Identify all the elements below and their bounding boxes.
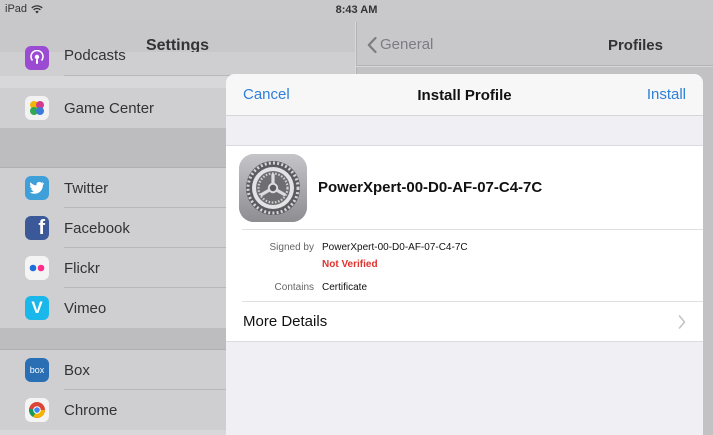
status-bar: iPad 8:43 AM <box>0 0 713 22</box>
card-separator <box>242 229 703 230</box>
settings-row-label: Chrome <box>64 401 118 419</box>
settings-row-label: Box <box>64 361 90 379</box>
profiles-nav-bar: General Profiles <box>356 22 713 66</box>
settings-gear-icon <box>239 154 307 222</box>
vimeo-icon: V <box>25 296 49 320</box>
more-details-row[interactable]: More Details <box>226 302 703 342</box>
signed-by-label: Signed by <box>269 242 314 253</box>
sheet-header: Cancel Install Profile Install <box>226 74 703 116</box>
chevron-left-icon <box>367 36 377 53</box>
settings-row-label: Game Center <box>64 99 155 117</box>
back-button[interactable]: General <box>367 36 433 53</box>
settings-row-podcasts[interactable]: Podcasts <box>0 46 355 76</box>
sheet-title: Install Profile <box>417 87 512 104</box>
profile-name: PowerXpert-00-D0-AF-07-C4-7C <box>318 179 543 196</box>
flickr-icon <box>25 256 49 280</box>
profiles-title: Profiles <box>607 37 663 54</box>
cancel-button[interactable]: Cancel <box>243 86 290 103</box>
settings-row-label: Flickr <box>64 259 100 277</box>
box-icon: box <box>25 358 49 382</box>
install-button[interactable]: Install <box>647 86 686 103</box>
ipad-screen: iPad 8:43 AM Settings General Profiles P… <box>0 0 713 435</box>
settings-row-label: Facebook <box>64 219 130 237</box>
settings-row-label: Twitter <box>64 179 109 197</box>
contains-label: Contains <box>274 282 314 293</box>
back-label: General <box>380 36 434 53</box>
signed-by-value: PowerXpert-00-D0-AF-07-C4-7C <box>322 242 468 253</box>
twitter-icon <box>25 176 49 200</box>
facebook-icon: f <box>25 216 49 240</box>
verification-status: Not Verified <box>322 259 378 270</box>
status-time: 8:43 AM <box>335 4 378 16</box>
profile-card: PowerXpert-00-D0-AF-07-C4-7C Signed by P… <box>226 145 703 342</box>
install-profile-sheet: Cancel Install Profile Install PowerXper… <box>226 74 703 435</box>
settings-row-label: Vimeo <box>64 299 107 317</box>
more-details-label: More Details <box>243 313 328 330</box>
chevron-right-icon <box>678 315 686 329</box>
game-center-icon <box>25 96 49 120</box>
contains-value: Certificate <box>322 282 368 293</box>
chrome-icon <box>25 398 49 422</box>
settings-row-label: Podcasts <box>64 47 126 64</box>
podcasts-icon <box>25 46 49 70</box>
